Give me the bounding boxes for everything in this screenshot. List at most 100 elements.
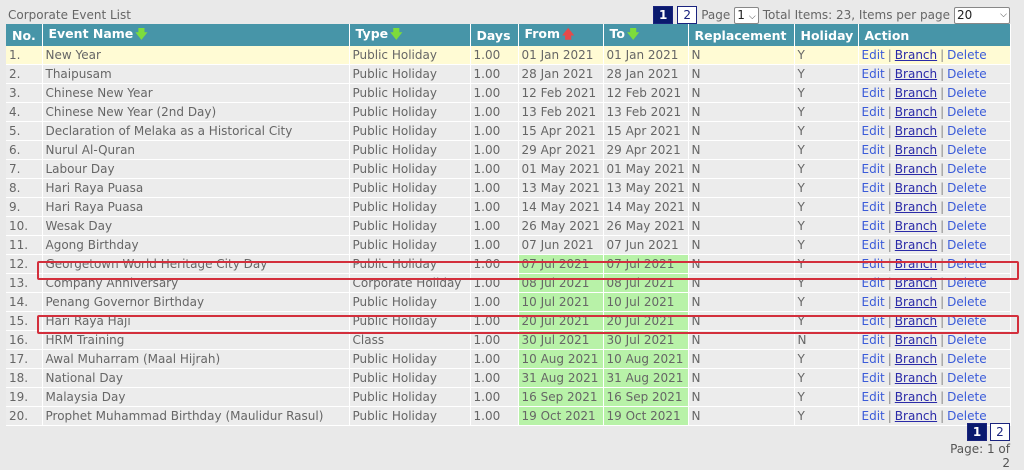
delete-link[interactable]: Delete — [947, 200, 986, 214]
edit-link[interactable]: Edit — [862, 105, 885, 119]
event-name: Declaration of Melaka as a Historical Ci… — [42, 121, 350, 141]
event-replacement: N — [688, 121, 795, 141]
edit-link[interactable]: Edit — [862, 390, 885, 404]
event-from-date: 13 Feb 2021 — [518, 102, 604, 122]
delete-link[interactable]: Delete — [947, 314, 986, 328]
table-row: 11. Agong Birthday Public Holiday 1.00 07 Ju… — [6, 235, 1011, 255]
event-type: Public Holiday — [349, 102, 471, 122]
row-actions: Edit | Branch | Delete — [858, 178, 1011, 198]
col-to[interactable]: To 🡇 — [603, 24, 689, 46]
row-actions: Edit | Branch | Delete — [858, 349, 1011, 369]
row-number: 16. — [6, 330, 43, 350]
delete-link[interactable]: Delete — [947, 352, 986, 366]
delete-link[interactable]: Delete — [947, 105, 986, 119]
branch-link[interactable]: Branch — [895, 314, 937, 328]
edit-link[interactable]: Edit — [862, 295, 885, 309]
branch-link[interactable]: Branch — [895, 48, 937, 62]
delete-link[interactable]: Delete — [947, 181, 986, 195]
edit-link[interactable]: Edit — [862, 371, 885, 385]
event-holiday: Y — [794, 140, 859, 160]
event-from-date: 07 Jun 2021 — [518, 235, 604, 255]
col-from[interactable]: From 🡅 — [518, 24, 604, 46]
delete-link[interactable]: Delete — [947, 124, 986, 138]
delete-link[interactable]: Delete — [947, 276, 986, 290]
edit-link[interactable]: Edit — [862, 409, 885, 423]
branch-link[interactable]: Branch — [895, 276, 937, 290]
action-separator: | — [887, 276, 892, 290]
branch-link[interactable]: Branch — [895, 124, 937, 138]
event-type: Public Holiday — [349, 46, 471, 65]
event-days: 1.00 — [470, 64, 519, 84]
edit-link[interactable]: Edit — [862, 162, 885, 176]
edit-link[interactable]: Edit — [862, 333, 885, 347]
edit-link[interactable]: Edit — [862, 257, 885, 271]
row-number: 19. — [6, 387, 43, 407]
branch-link[interactable]: Branch — [895, 257, 937, 271]
col-event-name[interactable]: Event Name 🡇 — [42, 24, 350, 46]
event-to-date: 12 Feb 2021 — [603, 83, 689, 103]
branch-link[interactable]: Branch — [895, 295, 937, 309]
action-separator: | — [940, 219, 945, 233]
branch-link[interactable]: Branch — [895, 371, 937, 385]
edit-link[interactable]: Edit — [862, 352, 885, 366]
delete-link[interactable]: Delete — [947, 390, 986, 404]
edit-link[interactable]: Edit — [862, 86, 885, 100]
branch-link[interactable]: Branch — [895, 333, 937, 347]
event-to-date: 16 Sep 2021 — [603, 387, 689, 407]
delete-link[interactable]: Delete — [947, 143, 986, 157]
event-from-date: 29 Apr 2021 — [518, 140, 604, 160]
edit-link[interactable]: Edit — [862, 124, 885, 138]
delete-link[interactable]: Delete — [947, 219, 986, 233]
edit-link[interactable]: Edit — [862, 181, 885, 195]
branch-link[interactable]: Branch — [895, 390, 937, 404]
delete-link[interactable]: Delete — [947, 257, 986, 271]
delete-link[interactable]: Delete — [947, 333, 986, 347]
page-2-button[interactable]: 2 — [990, 423, 1010, 441]
event-to-date: 13 Feb 2021 — [603, 102, 689, 122]
branch-link[interactable]: Branch — [895, 238, 937, 252]
edit-link[interactable]: Edit — [862, 238, 885, 252]
branch-link[interactable]: Branch — [895, 200, 937, 214]
branch-link[interactable]: Branch — [895, 219, 937, 233]
col-type[interactable]: Type 🡇 — [349, 24, 471, 46]
branch-link[interactable]: Branch — [895, 409, 937, 423]
edit-link[interactable]: Edit — [862, 200, 885, 214]
table-row: 9. Hari Raya Puasa Public Holiday 1.00 14 Ma… — [6, 197, 1011, 217]
action-separator: | — [940, 105, 945, 119]
edit-link[interactable]: Edit — [862, 48, 885, 62]
branch-link[interactable]: Branch — [895, 162, 937, 176]
page-1-button[interactable]: 1 — [967, 423, 987, 441]
action-separator: | — [887, 181, 892, 195]
page-select[interactable]: 1 ⌵ — [734, 6, 759, 24]
event-type: Public Holiday — [349, 292, 471, 312]
edit-link[interactable]: Edit — [862, 276, 885, 290]
event-table: No. Event Name 🡇 Type 🡇 Days From 🡅 To 🡇 Rep… — [6, 24, 1011, 426]
delete-link[interactable]: Delete — [947, 67, 986, 81]
event-days: 1.00 — [470, 273, 519, 293]
branch-link[interactable]: Branch — [895, 86, 937, 100]
branch-link[interactable]: Branch — [895, 352, 937, 366]
delete-link[interactable]: Delete — [947, 295, 986, 309]
delete-link[interactable]: Delete — [947, 48, 986, 62]
branch-link[interactable]: Branch — [895, 181, 937, 195]
edit-link[interactable]: Edit — [862, 219, 885, 233]
edit-link[interactable]: Edit — [862, 67, 885, 81]
action-separator: | — [940, 48, 945, 62]
delete-link[interactable]: Delete — [947, 162, 986, 176]
edit-link[interactable]: Edit — [862, 143, 885, 157]
edit-link[interactable]: Edit — [862, 314, 885, 328]
delete-link[interactable]: Delete — [947, 409, 986, 423]
col-action: Action — [858, 24, 1011, 46]
delete-link[interactable]: Delete — [947, 238, 986, 252]
branch-link[interactable]: Branch — [895, 67, 937, 81]
action-separator: | — [940, 67, 945, 81]
event-type: Public Holiday — [349, 121, 471, 141]
row-number: 10. — [6, 216, 43, 236]
items-per-page-select[interactable]: 20 ⌵ — [954, 6, 1010, 24]
page-2-button[interactable]: 2 — [677, 6, 698, 24]
branch-link[interactable]: Branch — [895, 105, 937, 119]
delete-link[interactable]: Delete — [947, 371, 986, 385]
branch-link[interactable]: Branch — [895, 143, 937, 157]
page-1-button[interactable]: 1 — [653, 6, 674, 24]
delete-link[interactable]: Delete — [947, 86, 986, 100]
